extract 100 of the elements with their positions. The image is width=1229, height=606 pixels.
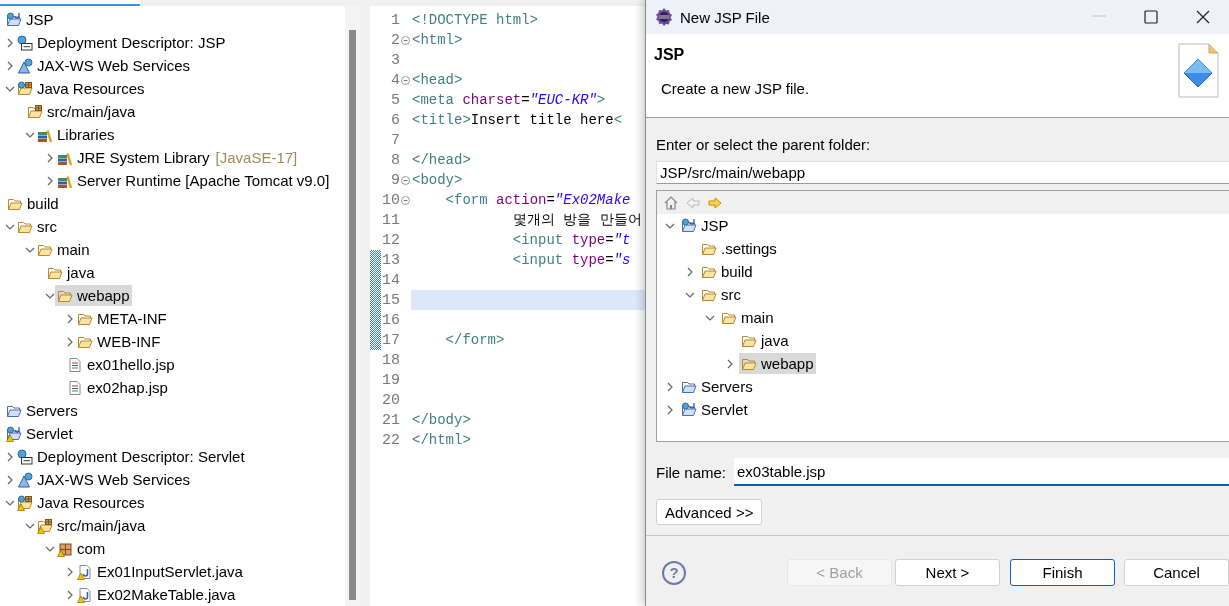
code-line: <html> bbox=[412, 32, 463, 48]
tree-item[interactable]: JRE System Library bbox=[55, 147, 212, 168]
folder-input-field[interactable]: JSP/src/main/webapp bbox=[656, 161, 1229, 184]
tree-item[interactable]: src/main/java bbox=[35, 515, 148, 536]
tree-item[interactable]: java bbox=[45, 262, 97, 283]
field-label: File name: bbox=[656, 463, 727, 481]
line-number: 5 bbox=[390, 91, 400, 109]
chevron-right-icon[interactable] bbox=[65, 336, 75, 347]
page-heading: JSP bbox=[654, 46, 686, 64]
line-number: 2 bbox=[390, 31, 400, 49]
line-number: 17 bbox=[381, 331, 400, 349]
code-line: <title>Insert title here< bbox=[412, 112, 623, 128]
chevron-right-icon[interactable] bbox=[665, 381, 675, 392]
line-number: 12 bbox=[381, 231, 400, 249]
tree-item[interactable]: JAX-WS Web Services bbox=[15, 55, 193, 76]
help-button[interactable]: ? bbox=[662, 560, 686, 585]
tree-item[interactable]: Servlet bbox=[679, 399, 750, 420]
field-label: Enter or select the parent folder: bbox=[656, 136, 872, 154]
tree-item[interactable]: Servers bbox=[679, 376, 755, 397]
code-line: <head> bbox=[412, 72, 463, 88]
tree-item[interactable]: src/main/java bbox=[25, 101, 138, 122]
code-line: </html> bbox=[412, 432, 471, 448]
tree-item[interactable]: Ex02MakeTable.java bbox=[75, 584, 238, 605]
code-line: <meta charset="EUC-KR"> bbox=[412, 92, 606, 108]
tree-item[interactable]: ex02hap.jsp bbox=[65, 377, 170, 398]
file-name-field[interactable]: ex03table.jsp bbox=[734, 458, 1229, 486]
line-number: 14 bbox=[381, 271, 400, 289]
chevron-right-icon[interactable] bbox=[5, 451, 15, 462]
close-icon[interactable] bbox=[1196, 10, 1210, 24]
line-number: 3 bbox=[390, 51, 400, 69]
tree-item[interactable]: build bbox=[699, 261, 755, 282]
tree-item[interactable]: JAX-WS Web Services bbox=[15, 469, 193, 490]
collapse-icon[interactable] bbox=[401, 75, 410, 85]
project-folder-icon bbox=[681, 217, 697, 234]
line-number: 8 bbox=[390, 151, 400, 169]
project-folder-icon bbox=[681, 401, 697, 418]
tree-item[interactable]: java bbox=[739, 330, 791, 351]
tree-item[interactable]: Ex01InputServlet.java bbox=[75, 561, 245, 582]
tree-item[interactable]: com bbox=[55, 538, 108, 559]
home-icon[interactable] bbox=[663, 194, 679, 211]
tree-item[interactable]: JSP bbox=[4, 9, 56, 30]
code-line: <!DOCTYPE html> bbox=[412, 12, 539, 28]
tree-item[interactable]: .settings bbox=[699, 238, 779, 259]
chevron-right-icon[interactable] bbox=[5, 60, 15, 71]
tree-item[interactable]: Server Runtime [Apache Tomcat v9.0] bbox=[55, 170, 332, 191]
tree-item[interactable]: Deployment Descriptor: Servlet bbox=[15, 446, 247, 467]
code-line: </body> bbox=[412, 412, 471, 428]
page-description: Create a new JSP file. bbox=[661, 80, 811, 97]
line-number: 6 bbox=[390, 111, 400, 129]
collapse-icon[interactable] bbox=[401, 35, 410, 45]
chevron-right-icon[interactable] bbox=[65, 589, 75, 600]
tree-item[interactable]: main bbox=[35, 239, 92, 260]
tree-item[interactable]: src bbox=[15, 216, 59, 237]
line-number: 15 bbox=[381, 291, 400, 309]
advanced-button[interactable]: Advanced >> bbox=[656, 499, 763, 525]
tree-item[interactable]: ex01hello.jsp bbox=[65, 354, 177, 375]
dialog-button[interactable]: Cancel bbox=[1124, 559, 1229, 586]
line-number: 21 bbox=[381, 411, 400, 429]
chevron-right-icon[interactable] bbox=[685, 266, 695, 277]
scrollbar-thumb[interactable] bbox=[349, 30, 356, 600]
tree-item[interactable]: webapp bbox=[739, 353, 816, 374]
dialog-button[interactable]: Next > bbox=[895, 559, 1000, 586]
code-line: <form action="Ex02Make bbox=[444, 192, 631, 208]
tree-item[interactable]: Deployment Descriptor: JSP bbox=[15, 32, 228, 53]
code-line: 몇개의 방을 만들어 bbox=[511, 211, 642, 229]
tree-item[interactable]: Libraries bbox=[35, 124, 117, 145]
maximize-icon[interactable] bbox=[1144, 10, 1158, 24]
tree-item[interactable]: META-INF bbox=[75, 308, 169, 329]
tree-item[interactable]: webapp bbox=[55, 285, 132, 306]
tree-item[interactable]: main bbox=[719, 307, 776, 328]
code-line: <body> bbox=[412, 172, 463, 188]
tree-item[interactable]: src bbox=[699, 284, 743, 305]
tree-item[interactable]: Java Resources bbox=[15, 492, 147, 513]
line-number: 1 bbox=[390, 11, 400, 29]
chevron-right-icon[interactable] bbox=[5, 37, 15, 48]
scrollbar[interactable] bbox=[345, 6, 360, 606]
line-number: 22 bbox=[381, 431, 400, 449]
chevron-right-icon[interactable] bbox=[725, 358, 735, 369]
chevron-right-icon[interactable] bbox=[5, 474, 15, 485]
line-number: 19 bbox=[381, 371, 400, 389]
line-number: 16 bbox=[381, 311, 400, 329]
collapse-icon[interactable] bbox=[401, 195, 410, 205]
chevron-right-icon[interactable] bbox=[65, 313, 75, 324]
line-number: 10 bbox=[381, 191, 400, 209]
tree-item[interactable]: WEB-INF bbox=[75, 331, 163, 352]
chevron-right-icon[interactable] bbox=[45, 152, 55, 163]
code-line: <input type="t bbox=[511, 232, 631, 248]
code-line: </form> bbox=[444, 332, 505, 348]
tree-item[interactable]: Servlet bbox=[4, 423, 75, 444]
line-number: 18 bbox=[381, 351, 400, 369]
tree-item[interactable]: build bbox=[5, 193, 61, 214]
line-number: 11 bbox=[381, 211, 400, 229]
tree-item[interactable]: JSP bbox=[679, 215, 731, 236]
tree-item[interactable]: Java Resources bbox=[15, 78, 147, 99]
collapse-icon[interactable] bbox=[401, 175, 410, 185]
tree-item[interactable]: Servers bbox=[4, 400, 80, 421]
dialog-button[interactable]: Finish bbox=[1010, 559, 1115, 586]
chevron-right-icon[interactable] bbox=[665, 404, 675, 415]
chevron-right-icon[interactable] bbox=[45, 175, 55, 186]
chevron-right-icon[interactable] bbox=[65, 566, 75, 577]
